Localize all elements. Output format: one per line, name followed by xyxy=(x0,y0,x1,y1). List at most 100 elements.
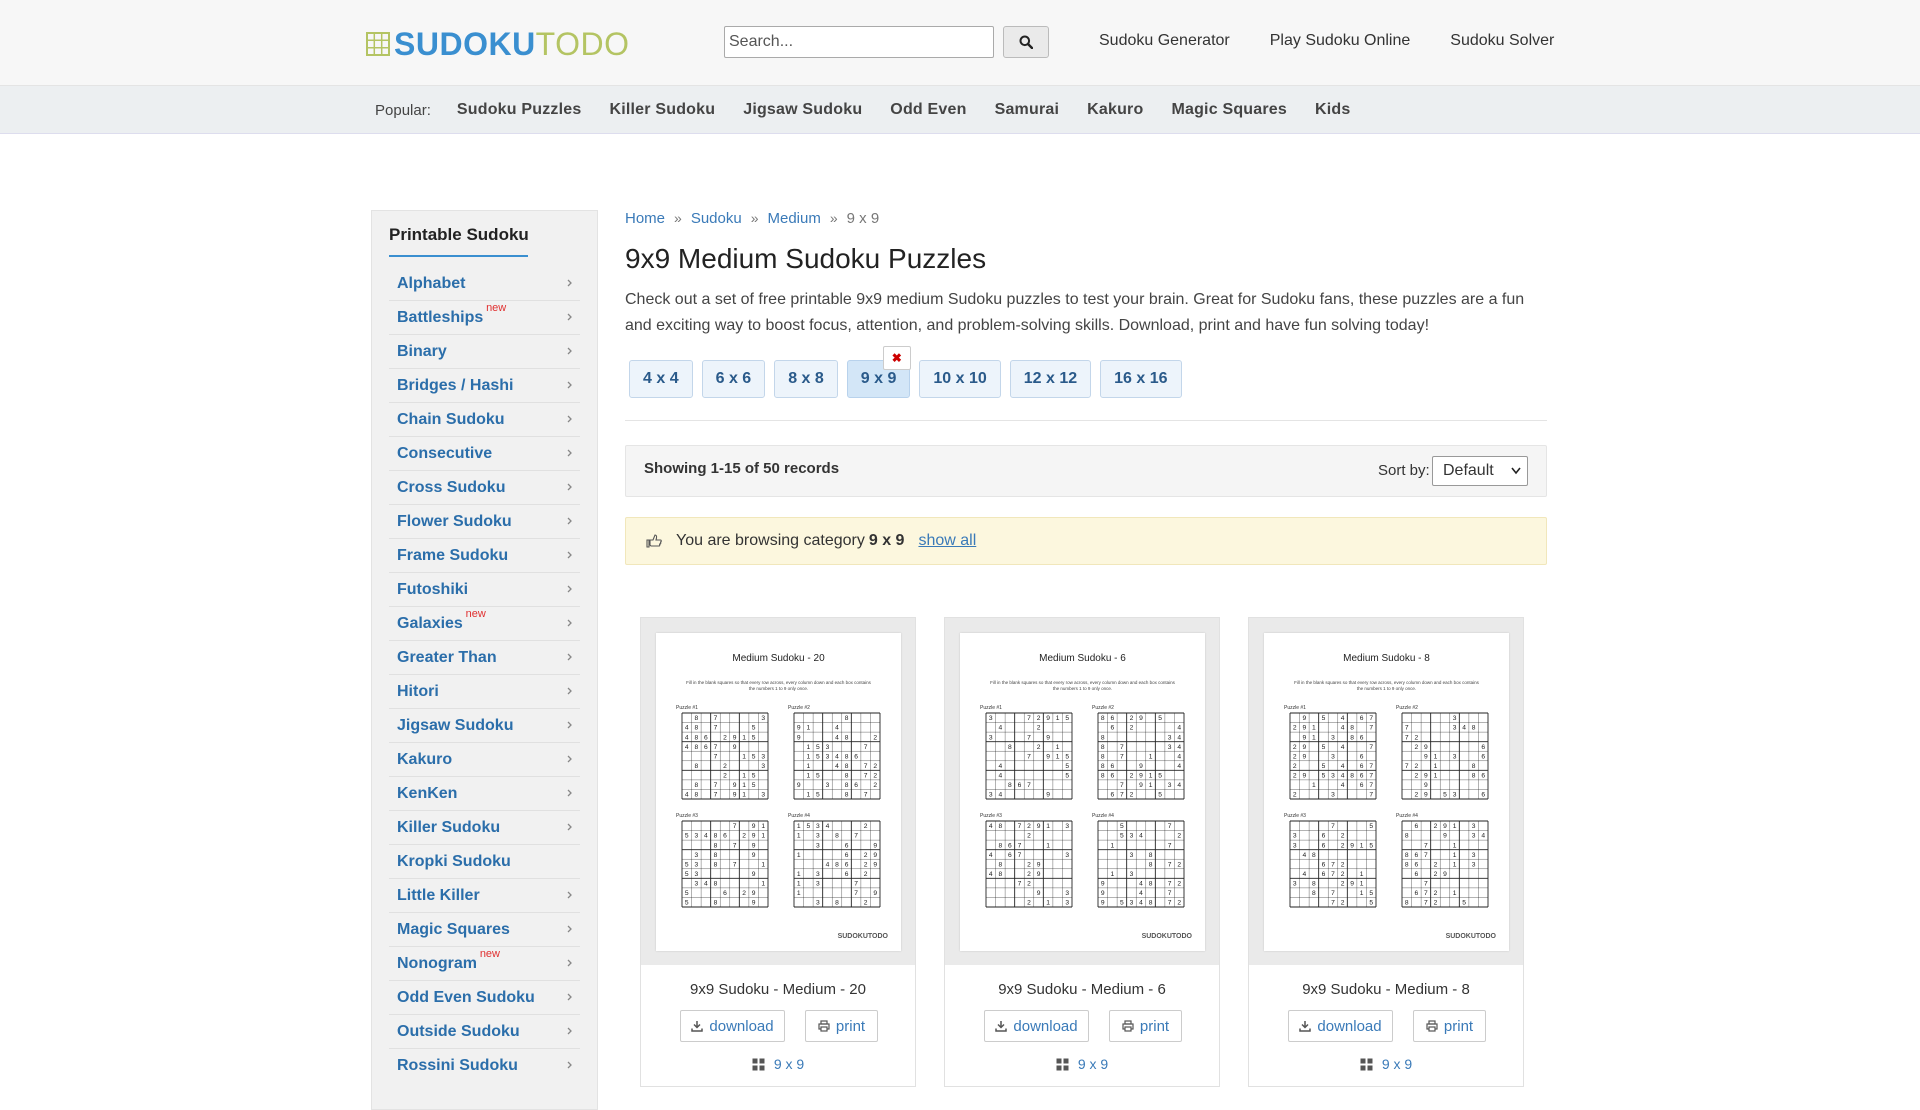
sidebar-item[interactable]: Cross Sudoku xyxy=(389,471,580,505)
sidebar-item-label[interactable]: Nonogram new xyxy=(397,948,500,973)
sidebar-item[interactable]: Jigsaw Sudoku xyxy=(389,709,580,743)
sidebar-item-label[interactable]: Bridges / Hashi xyxy=(397,377,513,395)
sidebar-item-label[interactable]: Odd Even Sudoku xyxy=(397,989,535,1007)
search-button[interactable] xyxy=(1003,26,1049,58)
sidebar-item[interactable]: Greater Than xyxy=(389,641,580,675)
sidebar-item[interactable]: Binary xyxy=(389,335,580,369)
size-tab-label: 6 x 6 xyxy=(715,370,752,387)
sidebar-item-label[interactable]: Jigsaw Sudoku xyxy=(397,717,513,735)
sidebar-item-label[interactable]: KenKen xyxy=(397,785,457,803)
search-input[interactable] xyxy=(724,26,994,58)
nav-sudoku-solver[interactable]: Sudoku Solver xyxy=(1450,32,1554,50)
size-tab[interactable]: 8 x 8 xyxy=(774,360,838,398)
sort-select[interactable]: Default xyxy=(1432,456,1528,486)
sidebar-item[interactable]: Magic Squares xyxy=(389,913,580,947)
site-logo[interactable]: SUDOKUTODO xyxy=(366,26,630,62)
sidebar-item[interactable]: Killer Sudoku xyxy=(389,811,580,845)
sidebar-item[interactable]: Galaxies new xyxy=(389,607,580,641)
svg-text:8: 8 xyxy=(1008,782,1012,789)
puzzle-thumbnail[interactable]: Puzzle #1 9 5 4 6 7 2 9 1 4 8 7 9 1 3 8 6 2 9 5 4 7 2 9 3 6 2 5 4 6 7 2… xyxy=(1249,618,1523,965)
sidebar-item[interactable]: Nonogram new xyxy=(389,947,580,981)
puzzle-card-title[interactable]: 9x9 Sudoku - Medium - 6 xyxy=(945,981,1219,998)
sidebar-item-label[interactable]: Binary xyxy=(397,343,447,361)
print-button[interactable]: print xyxy=(1413,1010,1486,1042)
sidebar-item[interactable]: Odd Even Sudoku xyxy=(389,981,580,1015)
sidebar-item-label[interactable]: Greater Than xyxy=(397,649,497,667)
sidebar-item-label[interactable]: Rossini Sudoku xyxy=(397,1057,518,1075)
chevron-right-icon xyxy=(567,313,572,321)
puzzle-thumbnail[interactable]: Puzzle #1 8 7 3 4 8 7 5 4 8 6 2 9 1 5 4 8 6 7 9 7 1 5 3 8 2 3 2 1 5 8 7… xyxy=(641,618,915,965)
sidebar-item[interactable]: Kropki Sudoku xyxy=(389,845,580,879)
popular-link-odd-even[interactable]: Odd Even xyxy=(890,101,966,119)
popular-link-jigsaw-sudoku[interactable]: Jigsaw Sudoku xyxy=(743,101,862,119)
sidebar-item-label[interactable]: Battleships new xyxy=(397,302,506,327)
puzzle-sheet-preview: Puzzle #1 9 5 4 6 7 2 9 1 4 8 7 9 1 3 8 6 2 9 5 4 7 2 9 3 6 2 5 4 6 7 2… xyxy=(1264,633,1509,951)
nav-play-sudoku-online[interactable]: Play Sudoku Online xyxy=(1270,32,1411,50)
download-button[interactable]: download xyxy=(680,1010,785,1042)
puzzle-card-title[interactable]: 9x9 Sudoku - Medium - 8 xyxy=(1249,981,1523,998)
sidebar-item-label[interactable]: Frame Sudoku xyxy=(397,547,508,565)
sidebar-item[interactable]: Consecutive xyxy=(389,437,580,471)
size-tab[interactable]: 9 x 9 ✖ xyxy=(846,346,911,398)
puzzle-category[interactable]: 9 x 9 xyxy=(945,1056,1219,1072)
print-button[interactable]: print xyxy=(1109,1010,1182,1042)
size-tab[interactable]: 12 x 12 xyxy=(1009,360,1092,398)
nav-sudoku-generator[interactable]: Sudoku Generator xyxy=(1099,32,1230,50)
breadcrumb-link[interactable]: Sudoku xyxy=(691,210,742,227)
size-tab[interactable]: 16 x 16 xyxy=(1100,360,1182,398)
popular-link-samurai[interactable]: Samurai xyxy=(995,101,1060,119)
svg-text:1: 1 xyxy=(742,753,746,760)
size-tab[interactable]: 4 x 4 xyxy=(629,360,693,398)
svg-text:6: 6 xyxy=(1110,773,1114,780)
sidebar-item[interactable]: Outside Sudoku xyxy=(389,1015,580,1049)
svg-text:7: 7 xyxy=(1168,861,1172,868)
sidebar-item[interactable]: Futoshiki xyxy=(389,573,580,607)
sidebar-item-label[interactable]: Chain Sudoku xyxy=(397,411,505,429)
popular-link-killer-sudoku[interactable]: Killer Sudoku xyxy=(609,101,715,119)
popular-link-kids[interactable]: Kids xyxy=(1315,101,1350,119)
sidebar-item[interactable]: Battleships new xyxy=(389,301,580,335)
popular-link-sudoku-puzzles[interactable]: Sudoku Puzzles xyxy=(457,101,582,119)
breadcrumb-link[interactable]: Home xyxy=(625,210,665,227)
size-tab[interactable]: 10 x 10 xyxy=(919,360,1001,398)
sidebar-item[interactable]: KenKen xyxy=(389,777,580,811)
download-button[interactable]: download xyxy=(1288,1010,1393,1042)
popular-link-kakuro[interactable]: Kakuro xyxy=(1087,101,1143,119)
sidebar-item[interactable]: Flower Sudoku xyxy=(389,505,580,539)
sidebar-item-label[interactable]: Consecutive xyxy=(397,445,492,463)
sidebar-item-label[interactable]: Cross Sudoku xyxy=(397,479,505,497)
sidebar-item[interactable]: Kakuro xyxy=(389,743,580,777)
puzzle-category[interactable]: 9 x 9 xyxy=(1249,1056,1523,1072)
puzzle-thumbnail[interactable]: Puzzle #1 3 7 2 9 1 5 4 2 3 7 9 8 2 1 7 9 1 5 4 5 4 5 8 6 7 3 4 9 Puz… xyxy=(945,618,1219,965)
breadcrumb-link[interactable]: Medium xyxy=(767,210,820,227)
svg-text:7: 7 xyxy=(733,823,737,830)
puzzle-card-title[interactable]: 9x9 Sudoku - Medium - 20 xyxy=(641,981,915,998)
sidebar-item[interactable]: Rossini Sudoku xyxy=(389,1049,580,1083)
sidebar-item-label[interactable]: Outside Sudoku xyxy=(397,1023,520,1041)
sidebar-item-label[interactable]: Killer Sudoku xyxy=(397,819,500,837)
sidebar-item[interactable]: Alphabet xyxy=(389,267,580,301)
sidebar-item-label[interactable]: Magic Squares xyxy=(397,921,510,939)
sidebar-item-label[interactable]: Galaxies new xyxy=(397,608,486,633)
sidebar-item-label[interactable]: Futoshiki xyxy=(397,581,468,599)
sidebar-item[interactable]: Hitori xyxy=(389,675,580,709)
puzzle-category[interactable]: 9 x 9 xyxy=(641,1056,915,1072)
sidebar-item[interactable]: Little Killer xyxy=(389,879,580,913)
sidebar-item-label[interactable]: Hitori xyxy=(397,683,439,701)
size-tab[interactable]: 6 x 6 xyxy=(701,360,766,398)
close-icon[interactable]: ✖ xyxy=(882,346,911,370)
svg-text:2: 2 xyxy=(1434,871,1438,878)
svg-text:2: 2 xyxy=(873,773,877,780)
download-button[interactable]: download xyxy=(984,1010,1089,1042)
sidebar-item-label[interactable]: Little Killer xyxy=(397,887,480,905)
sidebar-item-label[interactable]: Alphabet xyxy=(397,275,465,293)
show-all-link[interactable]: show all xyxy=(918,532,976,550)
popular-link-magic-squares[interactable]: Magic Squares xyxy=(1171,101,1287,119)
sidebar-item-label[interactable]: Kropki Sudoku xyxy=(397,853,511,871)
sidebar-item[interactable]: Chain Sudoku xyxy=(389,403,580,437)
print-button[interactable]: print xyxy=(805,1010,878,1042)
sidebar-item[interactable]: Frame Sudoku xyxy=(389,539,580,573)
sidebar-item-label[interactable]: Kakuro xyxy=(397,751,452,769)
sidebar-item[interactable]: Bridges / Hashi xyxy=(389,369,580,403)
sidebar-item-label[interactable]: Flower Sudoku xyxy=(397,513,512,531)
